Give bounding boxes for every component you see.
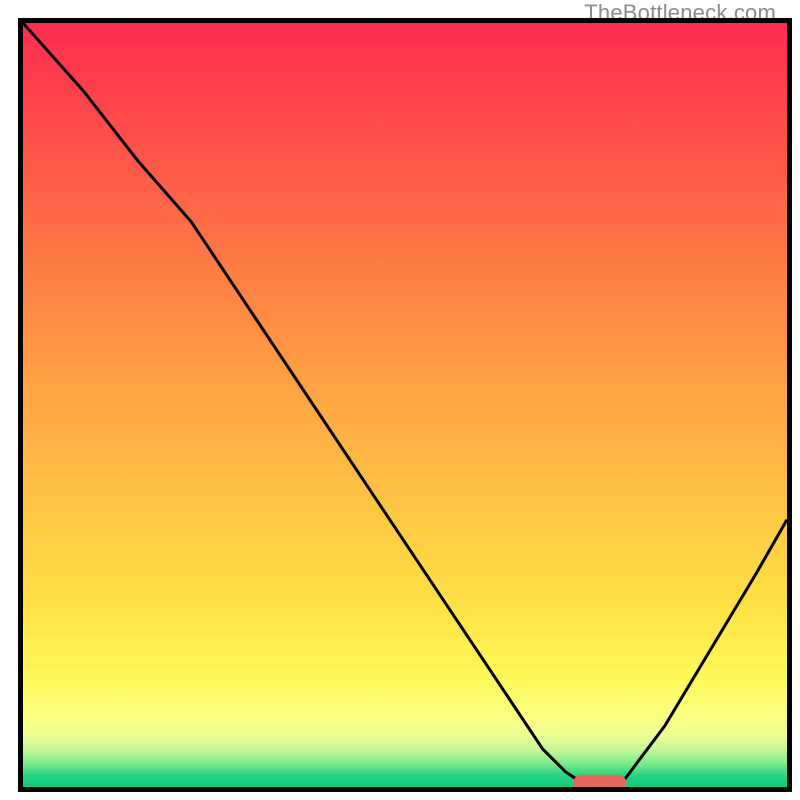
plot-area [18,18,792,792]
bottleneck-curve [23,23,787,787]
chart-container: TheBottleneck.com [0,0,800,800]
optimum-marker [573,775,627,792]
curve-layer [23,23,787,787]
